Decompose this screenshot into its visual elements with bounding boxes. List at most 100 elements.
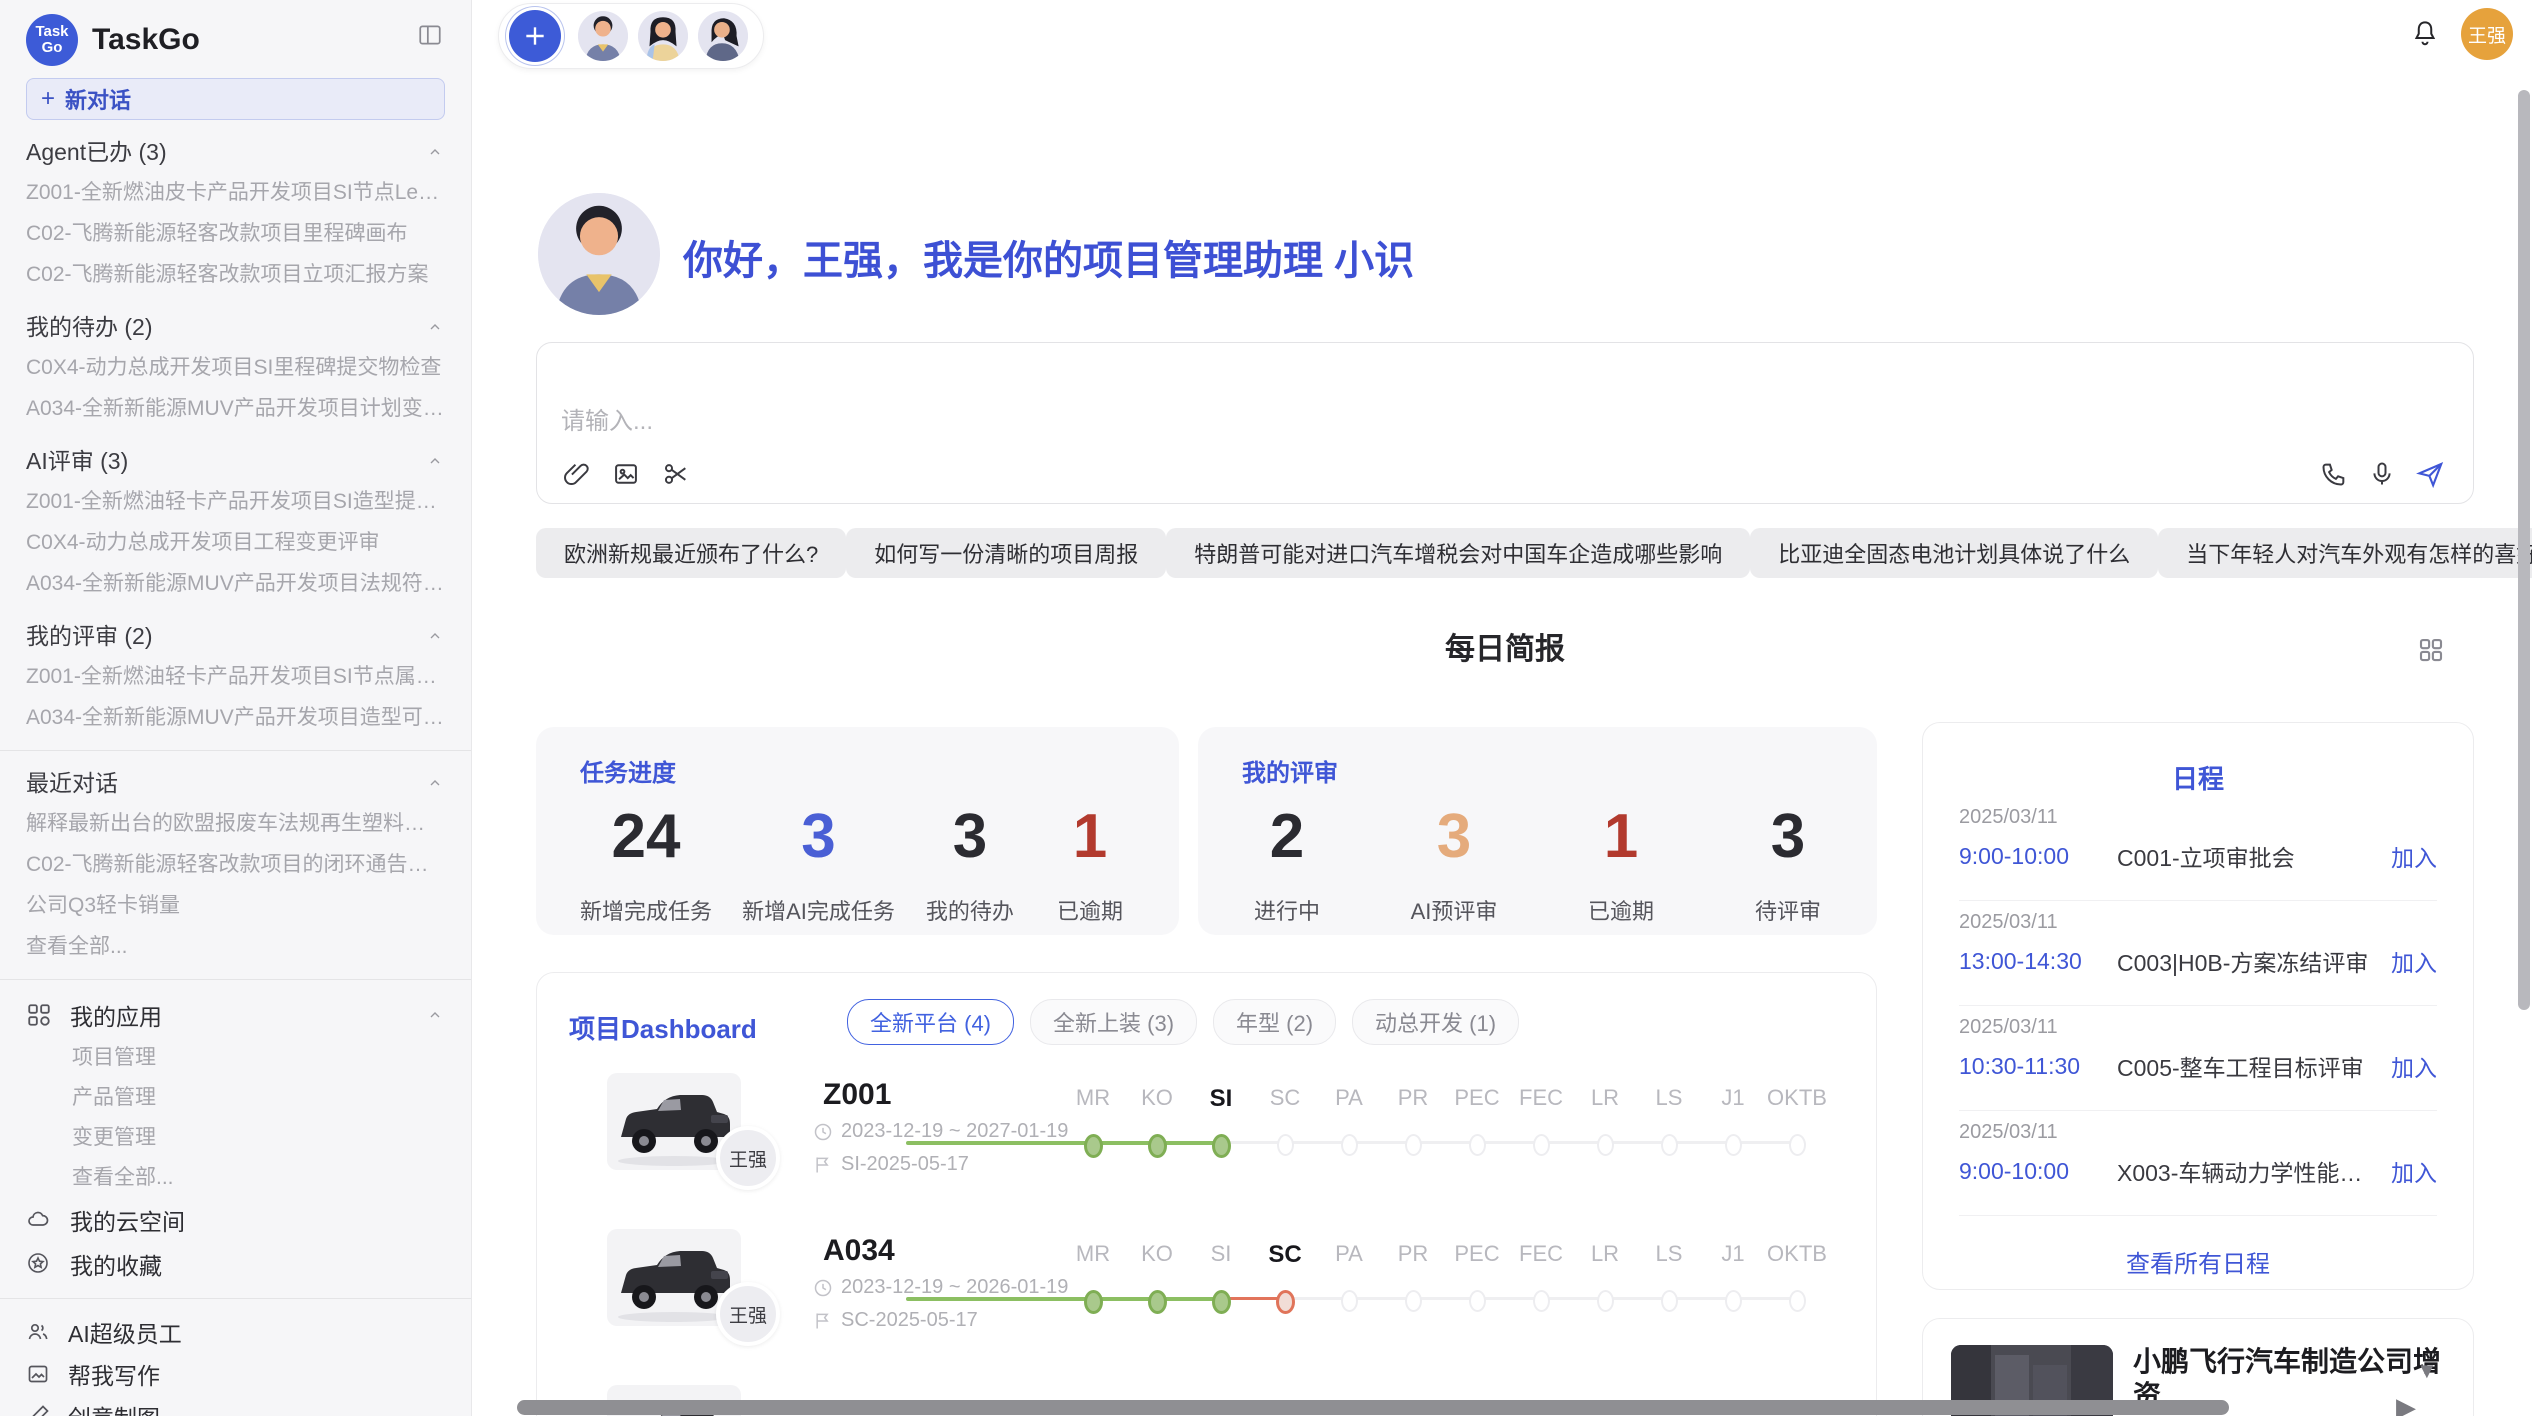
join-link[interactable]: 加入	[2391, 1049, 2437, 1083]
scissors-icon[interactable]	[661, 459, 691, 489]
milestone-labels: MRKOSISCPAPRPECFECLRLSJ1OKTB	[1061, 1241, 1829, 1269]
project-row[interactable]: 王强 Z001 2023-12-19 ~ 2027-01-19 SI-2025-…	[537, 1069, 1876, 1225]
stat-value: 1	[1073, 804, 1107, 870]
chevron-up-icon[interactable]	[427, 775, 443, 791]
recent-view-all-link[interactable]: 查看全部...	[26, 926, 445, 967]
daily-briefing-title: 每日简报	[536, 628, 2474, 672]
suggestion-chip[interactable]: 特朗普可能对进口汽车增税会对中国车企造成哪些影响	[1166, 528, 1750, 578]
sidebar-item[interactable]: A034-全新新能源MUV产品开发项目法规符合性评审	[26, 563, 445, 604]
section-ai-review[interactable]: AI评审 (3)	[26, 441, 445, 481]
recent-chat-item[interactable]: 公司Q3轻卡销量	[26, 885, 445, 926]
suggestion-chip[interactable]: 当下年轻人对汽车外观有怎样的喜好趋势	[2158, 528, 2532, 578]
tab-all-new-platform[interactable]: 全新平台 (4)	[847, 999, 1014, 1045]
sidebar-item-favorites[interactable]: 我的收藏	[26, 1242, 445, 1286]
microphone-icon[interactable]	[2367, 459, 2397, 489]
join-link[interactable]: 加入	[2391, 944, 2437, 978]
schedule-item: 2025/03/11 13:00-14:30 C003|H0B-方案冻结评审 加…	[1959, 901, 2437, 1006]
attachment-icon[interactable]	[561, 459, 591, 489]
sidebar-item-ai-super-staff[interactable]: AI超级员工	[26, 1311, 445, 1353]
sidebar: Task Go TaskGo + 新对话 Agent已办 (3) Z001-全新…	[0, 0, 472, 1416]
stat-label: 进行中	[1254, 894, 1320, 926]
date-range: 2023-12-19 ~ 2026-01-19	[841, 1276, 1068, 1299]
horizontal-scrollbar[interactable]	[517, 1400, 2229, 1415]
project-row[interactable]: 王强 A034 2023-12-19 ~ 2026-01-19 SC-2025-…	[537, 1225, 1876, 1381]
sidebar-item[interactable]: C0X4-动力总成开发项目工程变更评审	[26, 522, 445, 563]
stat-pending-review: 3待评审	[1743, 804, 1833, 926]
clock-icon	[813, 1278, 833, 1298]
layout-grid-icon[interactable]	[2416, 635, 2446, 665]
send-icon[interactable]	[2415, 459, 2445, 489]
new-chat-label: 新对话	[65, 83, 131, 115]
schedule-date: 2025/03/11	[1959, 911, 2437, 934]
my-review-card: 我的评审 2进行中 3AI预评审 1已逾期 3待评审	[1198, 727, 1877, 935]
briefing-left-column: 任务进度 24新增完成任务 3新增AI完成任务 3我的待办 1已逾期 我的评审	[536, 722, 1877, 1416]
chevron-up-icon[interactable]	[427, 1007, 443, 1023]
chevron-up-icon[interactable]	[427, 453, 443, 469]
app-window: Task Go TaskGo + 新对话 Agent已办 (3) Z001-全新…	[0, 0, 2532, 1416]
sidebar-collapse-icon[interactable]	[417, 22, 443, 48]
tab-year-model[interactable]: 年型 (2)	[1213, 999, 1336, 1045]
sidebar-item-creative-drawing[interactable]: 创意制图	[26, 1395, 445, 1416]
sidebar-item-product-mgmt[interactable]: 产品管理	[26, 1078, 445, 1118]
schedule-date: 2025/03/11	[1959, 806, 2437, 829]
task-progress-card: 任务进度 24新增完成任务 3新增AI完成任务 3我的待办 1已逾期	[536, 727, 1179, 935]
chevron-up-icon[interactable]	[427, 144, 443, 160]
sidebar-item[interactable]: C02-飞腾新能源轻客改款项目里程碑画布	[26, 213, 445, 254]
suggestion-chip[interactable]: 欧洲新规最近颁布了什么?	[536, 528, 846, 578]
chevron-up-icon[interactable]	[427, 319, 443, 335]
join-link[interactable]: 加入	[2391, 1154, 2437, 1188]
sidebar-item-cloud-space[interactable]: 我的云空间	[26, 1198, 445, 1242]
sidebar-item[interactable]: C0X4-动力总成开发项目SI里程碑提交物检查	[26, 347, 445, 388]
sidebar-item[interactable]: Z001-全新燃油轻卡产品开发项目SI造型提交物评审	[26, 481, 445, 522]
message-input[interactable]	[537, 343, 2473, 447]
sidebar-item[interactable]: A034-全新新能源MUV产品开发项目计划变更表编写	[26, 388, 445, 429]
suggestion-chip[interactable]: 比亚迪全固态电池计划具体说了什么	[1750, 528, 2158, 578]
my-apps-header[interactable]: 我的应用	[26, 992, 445, 1038]
composer-left-icons	[561, 459, 691, 489]
sidebar-item-help-me-write[interactable]: 帮我写作	[26, 1353, 445, 1395]
section-recent-chats[interactable]: 最近对话	[26, 763, 445, 803]
chevron-up-icon[interactable]	[427, 628, 443, 644]
sidebar-item-project-mgmt[interactable]: 项目管理	[26, 1038, 445, 1078]
stat-label: AI预评审	[1411, 894, 1498, 926]
sidebar-header: Task Go TaskGo	[26, 0, 445, 68]
section-title: AI评审 (3)	[26, 448, 128, 474]
new-chat-button[interactable]: + 新对话	[26, 78, 445, 120]
phone-icon[interactable]	[2319, 459, 2349, 489]
section-agent-done[interactable]: Agent已办 (3)	[26, 132, 445, 172]
sidebar-item[interactable]: Z001-全新燃油皮卡产品开发项目SI节点Lesson Learn报告	[26, 172, 445, 213]
star-circle-icon	[26, 1251, 52, 1277]
scroll-down-arrow-icon[interactable]: ▼	[2416, 1358, 2438, 1384]
vertical-scrollbar[interactable]	[2518, 90, 2530, 1010]
stat-value: 2	[1270, 804, 1304, 870]
suggestion-chip[interactable]: 如何写一份清晰的项目周报	[846, 528, 1166, 578]
tab-powertrain-dev[interactable]: 动总开发 (1)	[1352, 999, 1519, 1045]
main-area: 王强 你好，王强，我是你的项目管理助理 小识	[472, 0, 2532, 1416]
stats-row: 任务进度 24新增完成任务 3新增AI完成任务 3我的待办 1已逾期 我的评审	[536, 727, 1877, 935]
sidebar-item[interactable]: A034-全新新能源MUV产品开发项目造型可行性评审	[26, 697, 445, 738]
section-my-todo[interactable]: 我的待办 (2)	[26, 307, 445, 347]
logo-text-bottom: Go	[42, 40, 63, 56]
schedule-card: 日程 2025/03/11 9:00-10:00 C001-立项审批会 加入 2…	[1922, 722, 2474, 1290]
schedule-date: 2025/03/11	[1959, 1121, 2437, 1144]
stat-my-todo: 3我的待办	[925, 804, 1015, 926]
sidebar-divider	[0, 1298, 471, 1299]
my-review-title: 我的评审	[1242, 753, 1833, 788]
sidebar-item[interactable]: Z001-全新燃油轻卡产品开发项目SI节点属性5D文件评审	[26, 656, 445, 697]
join-link[interactable]: 加入	[2391, 839, 2437, 873]
sidebar-item-change-mgmt[interactable]: 变更管理	[26, 1118, 445, 1158]
stat-label: 新增AI完成任务	[742, 894, 895, 926]
scroll-right-arrow-icon[interactable]: ▶	[2396, 1392, 2416, 1416]
image-icon[interactable]	[611, 459, 641, 489]
schedule-event-title: X003-车辆动力学性能验...	[2117, 1154, 2379, 1188]
tab-all-new-top[interactable]: 全新上装 (3)	[1030, 999, 1197, 1045]
view-all-schedule-link[interactable]: 查看所有日程	[1959, 1244, 2437, 1279]
suggestion-chips: 欧洲新规最近颁布了什么? 如何写一份清晰的项目周报 特朗普可能对进口汽车增税会对…	[536, 528, 2474, 578]
project-code: Z001	[823, 1078, 891, 1112]
recent-chat-item[interactable]: 解释最新出台的欧盟报废车法规再生塑料比例被调至15%...	[26, 803, 445, 844]
section-my-review[interactable]: 我的评审 (2)	[26, 616, 445, 656]
message-composer	[536, 342, 2474, 504]
sidebar-item[interactable]: C02-飞腾新能源轻客改款项目立项汇报方案	[26, 254, 445, 295]
apps-view-all-link[interactable]: 查看全部...	[26, 1158, 445, 1198]
recent-chat-item[interactable]: C02-飞腾新能源轻客改款项目的闭环通告反馈情况	[26, 844, 445, 885]
